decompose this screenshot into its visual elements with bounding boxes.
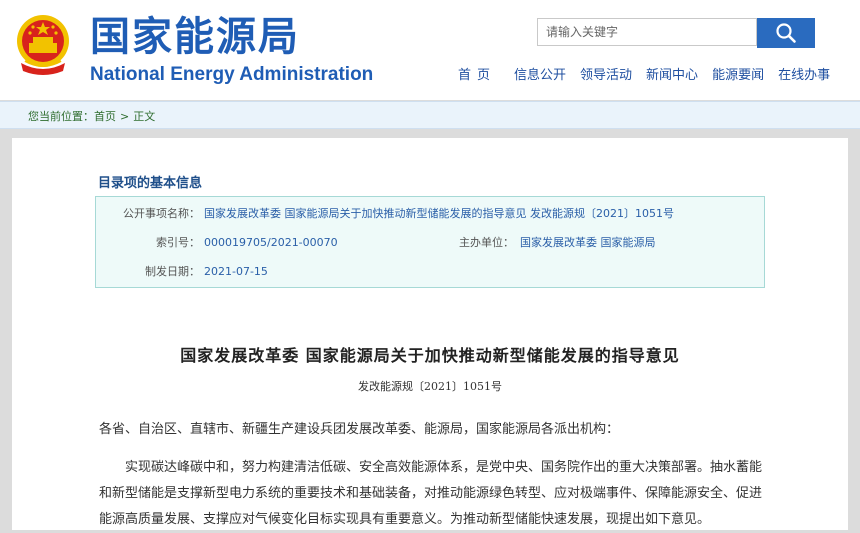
document-number: 发改能源规〔2021〕1051号	[358, 380, 502, 393]
breadcrumb-prefix: 您当前位置：	[28, 110, 94, 123]
breadcrumb-separator: >	[120, 110, 130, 123]
date-value: 2021-07-15	[204, 265, 268, 278]
meta-info-box: 公开事项名称： 国家发展改革委 国家能源局关于加快推动新型储能发展的指导意见 发改…	[95, 196, 765, 288]
national-emblem-icon	[17, 15, 69, 75]
search-input[interactable]	[537, 18, 757, 46]
meta-row-public-item: 公开事项名称： 国家发展改革委 国家能源局关于加快推动新型储能发展的指导意见 发改…	[96, 205, 674, 221]
index-label: 索引号：	[156, 236, 200, 249]
nav-leadership[interactable]: 领导活动	[580, 64, 632, 84]
nav-info-disclosure[interactable]: 信息公开	[514, 64, 566, 84]
breadcrumb-home-link[interactable]: 首页	[94, 110, 116, 123]
nav-home[interactable]: 首页	[458, 64, 496, 84]
document-title: 国家发展改革委 国家能源局关于加快推动新型储能发展的指导意见	[180, 346, 680, 365]
breadcrumb: 您当前位置：首页 > 正文	[0, 101, 860, 129]
meta-row-index: 索引号： 000019705/2021-00070	[96, 234, 338, 250]
public-item-value[interactable]: 国家发展改革委 国家能源局关于加快推动新型储能发展的指导意见 发改能源规〔202…	[204, 207, 674, 220]
nav-energy-news[interactable]: 能源要闻	[712, 64, 764, 84]
host-label: 主办单位：	[459, 236, 514, 249]
meta-row-host: 主办单位： 国家发展改革委 国家能源局	[436, 234, 656, 250]
main-content: 目录项的基本信息 公开事项名称： 国家发展改革委 国家能源局关于加快推动新型储能发…	[12, 138, 848, 530]
nav-news-center[interactable]: 新闻中心	[646, 64, 698, 84]
breadcrumb-current-link[interactable]: 正文	[133, 110, 155, 123]
search-button[interactable]	[757, 18, 815, 48]
public-item-label: 公开事项名称：	[123, 207, 200, 220]
index-value: 000019705/2021-00070	[204, 236, 338, 249]
site-title-cn[interactable]: 国家能源局	[90, 14, 300, 60]
document-paragraph: 实现碳达峰碳中和，努力构建清洁低碳、安全高效能源体系，是党中央、国务院作出的重大…	[99, 460, 763, 527]
document-addressee: 各省、自治区、直辖市、新疆生产建设兵团发展改革委、能源局，国家能源局各派出机构：	[99, 422, 620, 437]
host-value: 国家发展改革委 国家能源局	[520, 236, 656, 249]
page: 国家能源局 National Energy Administration 首页 …	[0, 0, 860, 530]
meta-heading: 目录项的基本信息	[98, 176, 203, 191]
meta-row-date: 制发日期： 2021-07-15	[96, 263, 268, 279]
site-header: 国家能源局 National Energy Administration 首页 …	[0, 0, 860, 100]
search-icon	[776, 23, 796, 43]
date-label: 制发日期：	[145, 265, 200, 278]
main-nav: 首页 信息公开 领导活动 新闻中心 能源要闻 在线办事	[450, 64, 830, 84]
site-title-en[interactable]: National Energy Administration	[90, 64, 373, 86]
nav-online-services[interactable]: 在线办事	[778, 64, 830, 84]
